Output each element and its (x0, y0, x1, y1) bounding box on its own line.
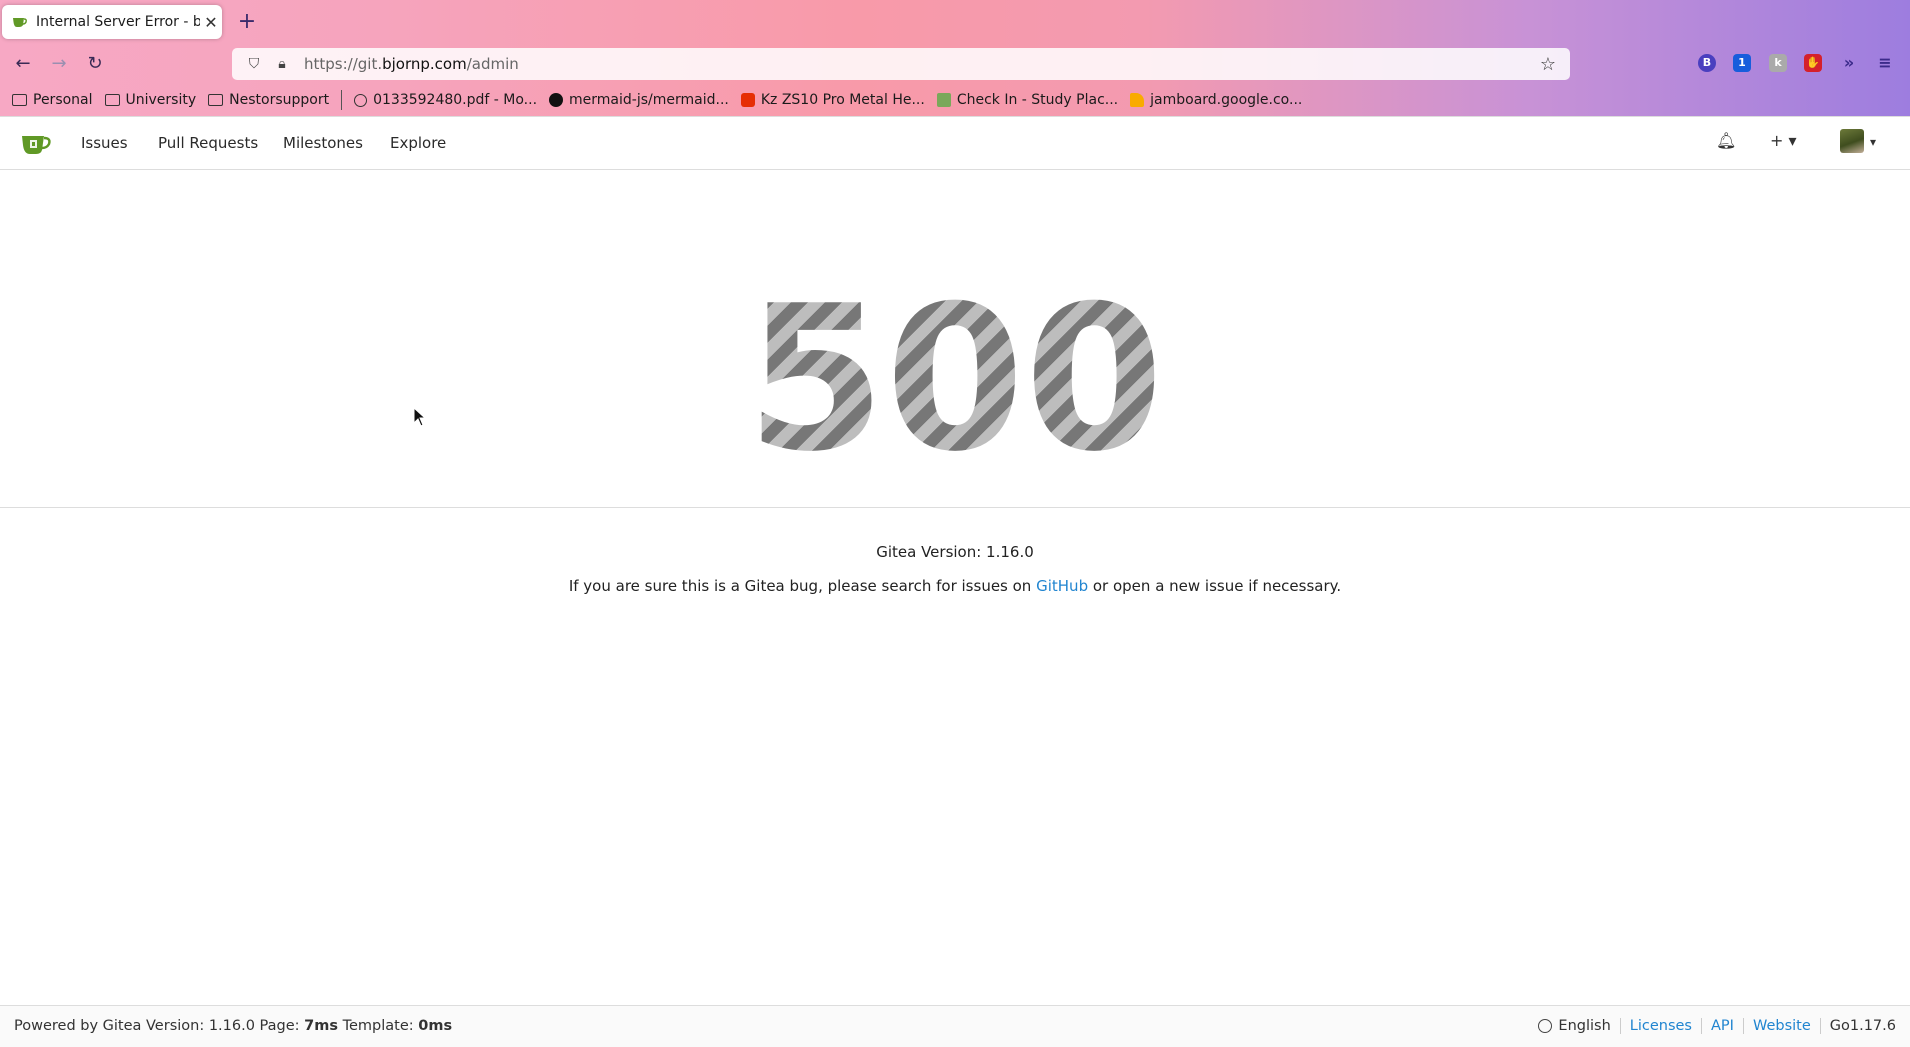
divider (0, 507, 1910, 508)
shield-icon[interactable]: ⛉ (246, 56, 262, 72)
bookmark-nestorsupport[interactable]: Nestorsupport (208, 92, 329, 108)
gitea-logo-icon[interactable] (20, 130, 52, 156)
bookmark-checkin[interactable]: Check In - Study Plac... (936, 92, 1118, 108)
language-selector[interactable]: English (1558, 1018, 1610, 1034)
tab-title: Internal Server Error - bjornp (36, 14, 200, 30)
bookmark-university[interactable]: University (104, 92, 196, 108)
error-code: 500 (0, 270, 1910, 490)
help-text: If you are sure this is a Gitea bug, ple… (568, 577, 1342, 595)
bookmark-jamboard[interactable]: jamboard.google.co... (1130, 92, 1302, 108)
browser-tab[interactable]: Internal Server Error - bjornp ✕ (2, 5, 222, 39)
api-link[interactable]: API (1711, 1018, 1734, 1034)
globe-icon (354, 93, 368, 107)
bookmark-mermaid[interactable]: mermaid-js/mermaid... (549, 92, 729, 108)
browser-chrome: Internal Server Error - bjornp ✕ + ← → ↻… (0, 0, 1910, 116)
avatar[interactable] (1840, 129, 1864, 153)
reload-icon[interactable]: ↻ (82, 51, 108, 77)
gitea-navbar: Issues Pull Requests Milestones Explore … (0, 116, 1910, 170)
tab-strip: Internal Server Error - bjornp ✕ + (0, 0, 1910, 44)
mouse-cursor-icon (413, 407, 427, 427)
gitea-favicon-icon (13, 18, 27, 27)
folder-icon (208, 94, 224, 106)
bookmark-separator (341, 90, 343, 110)
lock-icon[interactable]: 🔒︎ (274, 56, 290, 72)
hamburger-menu-icon[interactable]: ≡ (1876, 54, 1894, 72)
nav-milestones[interactable]: Milestones (283, 134, 363, 152)
globe-icon (1538, 1019, 1553, 1033)
github-icon (549, 93, 564, 107)
create-plus-icon[interactable]: + ▾ (1770, 131, 1797, 150)
url-text: https://git.bjornp.com/admin (304, 55, 519, 73)
back-icon[interactable]: ← (10, 51, 36, 77)
bell-icon[interactable]: 🔔︎ (1716, 131, 1736, 150)
website-link[interactable]: Website (1753, 1018, 1811, 1034)
footer-links: English Licenses API Website Go1.17.6 (1538, 1018, 1896, 1034)
github-link[interactable]: GitHub (1036, 577, 1088, 595)
nav-issues[interactable]: Issues (81, 134, 128, 152)
nav-explore[interactable]: Explore (390, 134, 446, 152)
extension-icon[interactable]: k (1769, 54, 1787, 72)
bookmark-pdf[interactable]: 0133592480.pdf - Mo... (354, 92, 537, 108)
calendar-icon (936, 93, 951, 107)
store-icon (740, 93, 755, 107)
folder-icon (104, 94, 120, 106)
bitwarden-icon[interactable]: 1 (1733, 54, 1751, 72)
footer: Powered by Gitea Version: 1.16.0 Page: 7… (0, 1005, 1910, 1047)
close-tab-icon[interactable]: ✕ (200, 13, 222, 32)
new-tab-icon[interactable]: + (234, 9, 260, 35)
extension-b-icon[interactable]: B (1698, 54, 1716, 72)
address-bar[interactable]: ⛉ 🔒︎ https://git.bjornp.com/admin ☆ (232, 48, 1570, 80)
footer-powered-by: Powered by Gitea Version: 1.16.0 Page: 7… (14, 1018, 453, 1034)
gitea-version-text: Gitea Version: 1.16.0 (876, 543, 1034, 561)
go-version: Go1.17.6 (1829, 1018, 1896, 1034)
bookmark-kz[interactable]: Kz ZS10 Pro Metal He... (740, 92, 925, 108)
bookmark-personal[interactable]: Personal (12, 92, 93, 108)
nav-toolbar: ← → ↻ ⛉ 🔒︎ https://git.bjornp.com/admin … (0, 44, 1910, 84)
nav-pull-requests[interactable]: Pull Requests (158, 134, 258, 152)
chevron-down-icon[interactable]: ▾ (1870, 135, 1876, 149)
dislike-extension-icon[interactable]: ✋ (1804, 54, 1822, 72)
more-extensions-icon[interactable]: » (1840, 54, 1858, 72)
folder-icon (12, 94, 27, 106)
licenses-link[interactable]: Licenses (1630, 1018, 1692, 1034)
bookmarks-bar: Personal University Nestorsupport 013359… (0, 84, 1910, 116)
forward-icon[interactable]: → (46, 51, 72, 77)
bookmark-star-icon[interactable]: ☆ (1540, 54, 1556, 75)
jamboard-icon (1130, 93, 1145, 107)
